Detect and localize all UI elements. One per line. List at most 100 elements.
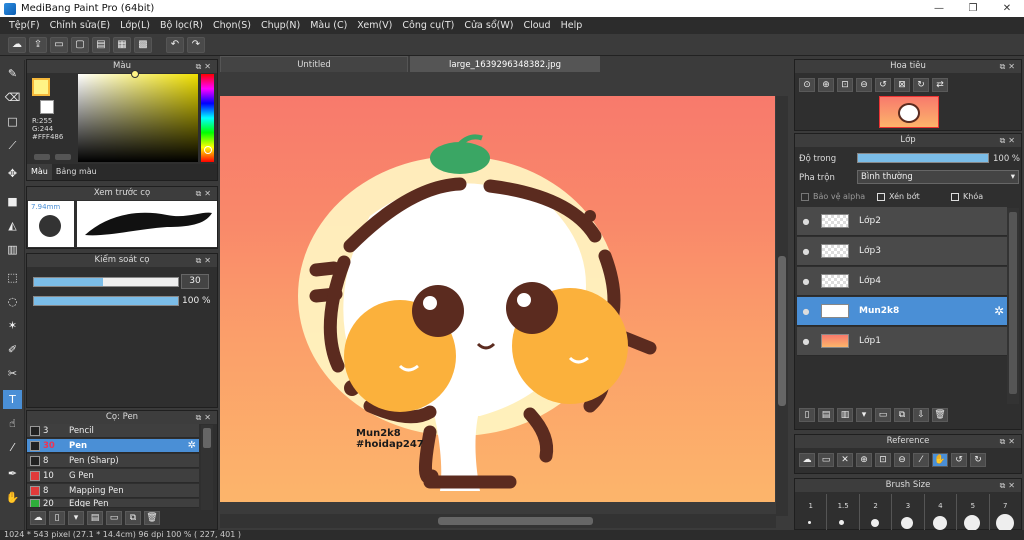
panel-buttons-icon[interactable]: ⧉✕ (1000, 60, 1018, 73)
brush-item[interactable]: 20 Edge Pen (27, 499, 199, 508)
brush-item[interactable]: 8 Mapping Pen (27, 484, 199, 498)
new-8bit-layer-icon[interactable]: ▥ (837, 408, 853, 422)
pages-icon[interactable]: ▦ (113, 36, 131, 53)
brush-size-slider[interactable] (33, 277, 179, 287)
menu-edit[interactable]: Chỉnh sửa(E) (45, 20, 116, 31)
tab-large-image[interactable]: large_1639296348382.jpg (410, 56, 600, 72)
rotate-right-icon[interactable]: ↻ (913, 78, 929, 92)
bucket-tool-icon[interactable]: ◭ (3, 216, 22, 235)
hue-cursor[interactable] (204, 146, 212, 154)
reset-color-icon[interactable] (55, 154, 71, 160)
eyedropper-tool-icon[interactable]: ✒ (3, 464, 22, 483)
merge-layer-icon[interactable]: ⇩ (913, 408, 929, 422)
panel-buttons-icon[interactable]: ⧉✕ (1000, 435, 1018, 448)
clipping-option[interactable]: Xén bớt (877, 192, 920, 201)
text-tool-icon[interactable]: T (3, 390, 22, 409)
select-rect-tool-icon[interactable]: ⬚ (3, 268, 22, 287)
rotate-left-icon[interactable]: ↺ (875, 78, 891, 92)
visibility-icon[interactable]: ● (799, 337, 813, 346)
copy-brush-icon[interactable]: ⧉ (125, 511, 141, 525)
vscroll-thumb[interactable] (778, 256, 786, 406)
shape-tool-icon[interactable]: □ (3, 112, 22, 131)
zoom-out-icon[interactable]: ⊖ (894, 453, 910, 467)
gradient-tool-icon[interactable]: ▥ (3, 240, 22, 259)
brush-size-value[interactable]: 30 (181, 274, 209, 289)
fit-icon[interactable]: ⊡ (875, 453, 891, 467)
canvas-area[interactable]: Mun2k8 #hoidap247 (220, 72, 790, 517)
layer-row[interactable]: ● Lớp3 (797, 237, 1007, 266)
size-cell[interactable]: 5 (957, 494, 990, 531)
actual-size-icon[interactable]: ⊠ (894, 78, 910, 92)
flip-icon[interactable]: ⇄ (932, 78, 948, 92)
brush-item[interactable]: 8 Pen (Sharp) (27, 454, 199, 468)
magic-wand-tool-icon[interactable]: ✶ (3, 316, 22, 335)
select-pen-tool-icon[interactable]: ✐ (3, 340, 22, 359)
canvas-horizontal-scrollbar[interactable] (220, 514, 776, 528)
fit-window-icon[interactable]: ⊡ (837, 78, 853, 92)
add-brush-icon[interactable]: ☁ (30, 511, 46, 525)
brush-list-scrollbar[interactable] (201, 425, 213, 510)
menu-color[interactable]: Màu (C) (305, 20, 352, 31)
protect-alpha-option[interactable]: Bảo vệ alpha (801, 192, 865, 201)
gear-icon[interactable]: ✲ (994, 304, 1004, 318)
menu-file[interactable]: Tệp(F) (4, 20, 45, 31)
layer-opacity-slider[interactable] (857, 153, 989, 163)
panel-buttons-icon[interactable]: ⧉✕ (1000, 479, 1018, 492)
menu-layer[interactable]: Lớp(L) (115, 20, 155, 31)
menu-view[interactable]: Xem(V) (352, 20, 397, 31)
size-cell[interactable]: 7 (990, 494, 1021, 532)
folder-icon[interactable]: ▭ (106, 511, 122, 525)
rotate-left-icon[interactable]: ↺ (951, 453, 967, 467)
undo-icon[interactable]: ↶ (166, 36, 184, 53)
menu-help[interactable]: Help (556, 20, 588, 31)
comment-icon[interactable]: ▢ (71, 36, 89, 53)
line-tool-icon[interactable]: ⟋ (3, 136, 22, 155)
brush-item[interactable]: 3 Pencil (27, 424, 199, 438)
trash-icon[interactable]: 🗑 (144, 511, 160, 525)
picker-cursor[interactable] (131, 70, 139, 78)
tab-palette[interactable]: Bảng màu (52, 164, 101, 180)
new-layer-icon[interactable]: ▯ (799, 408, 815, 422)
zoom-out-icon[interactable]: ⊖ (856, 78, 872, 92)
open-folder-icon[interactable]: ▭ (818, 453, 834, 467)
lock-option[interactable]: Khóa (951, 192, 983, 201)
dropper-tool-icon[interactable]: ⁄ (3, 438, 22, 457)
panel-buttons-icon[interactable]: ⧉✕ (196, 411, 214, 424)
rotate-right-icon[interactable]: ↻ (970, 453, 986, 467)
close-reference-icon[interactable]: ✕ (837, 453, 853, 467)
hscroll-thumb[interactable] (438, 517, 593, 525)
minimize-button[interactable]: — (922, 0, 956, 17)
fill-rect-tool-icon[interactable]: ■ (3, 192, 22, 211)
menu-snap[interactable]: Chụp(N) (256, 20, 305, 31)
cloud-upload-icon[interactable]: ☁ (799, 453, 815, 467)
layer-row-selected[interactable]: ● Mun2k8 ✲ (797, 297, 1007, 326)
zoom-fit-icon[interactable]: ⊙ (799, 78, 815, 92)
menu-tools[interactable]: Công cụ(T) (397, 20, 459, 31)
new-brush-icon[interactable]: ▯ (49, 511, 65, 525)
move-tool-icon[interactable]: ✥ (3, 164, 22, 183)
visibility-icon[interactable]: ● (799, 247, 813, 256)
brush-settings-icon[interactable]: ▤ (87, 511, 103, 525)
brush-opacity-slider[interactable] (33, 296, 179, 306)
brush-item[interactable]: 10 G Pen (27, 469, 199, 483)
select-eraser-tool-icon[interactable]: ✂ (3, 364, 22, 383)
grid-icon[interactable]: ▩ (134, 36, 152, 53)
panel-buttons-icon[interactable]: ⧉✕ (196, 60, 214, 73)
secondary-color-swatch[interactable] (40, 100, 54, 114)
size-cell[interactable]: 3 (892, 494, 925, 530)
tab-untitled[interactable]: Untitled (220, 56, 408, 72)
brush-item-selected[interactable]: 30 Pen ✲ (27, 439, 199, 453)
hand-icon[interactable]: ✋ (932, 453, 948, 467)
cloud-icon[interactable]: ☁ (8, 36, 26, 53)
size-cell[interactable]: 2 (860, 494, 893, 530)
menu-cloud[interactable]: Cloud (518, 20, 555, 31)
zoom-in-icon[interactable]: ⊕ (818, 78, 834, 92)
visibility-icon[interactable]: ● (799, 307, 813, 316)
panel-buttons-icon[interactable]: ⧉✕ (196, 187, 214, 200)
gear-icon[interactable]: ✲ (188, 440, 196, 451)
eraser-tool-icon[interactable]: ⌫ (3, 88, 22, 107)
navigator-thumbnail[interactable] (879, 96, 939, 128)
menu-window[interactable]: Cửa sổ(W) (459, 20, 518, 31)
layer-list-scrollbar[interactable] (1007, 208, 1019, 404)
menu-select[interactable]: Chọn(S) (208, 20, 256, 31)
